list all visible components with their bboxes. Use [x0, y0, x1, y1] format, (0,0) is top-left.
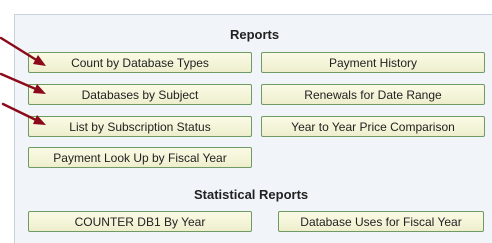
- payment-history-button[interactable]: Payment History: [261, 52, 485, 73]
- arrow-pointer-icon: [0, 36, 46, 125]
- arrow-to-list-by-subscription-status: [1, 102, 46, 125]
- statistical-reports-section-title: Statistical Reports: [194, 187, 309, 202]
- list-by-subscription-status-button[interactable]: List by Subscription Status: [28, 116, 252, 137]
- payment-lookup-by-fiscal-year-button[interactable]: Payment Look Up by Fiscal Year: [28, 147, 252, 168]
- renewals-for-date-range-button[interactable]: Renewals for Date Range: [261, 84, 485, 105]
- reports-section-title: Reports: [230, 27, 280, 42]
- report-frame: Reports Count by Database Types Payment …: [0, 0, 492, 243]
- arrow-to-count-by-database-types: [0, 36, 46, 66]
- year-to-year-price-comparison-button[interactable]: Year to Year Price Comparison: [261, 116, 485, 137]
- counter-db1-by-year-button[interactable]: COUNTER DB1 By Year: [28, 211, 252, 232]
- arrow-to-databases-by-subject: [0, 72, 46, 94]
- count-by-database-types-button[interactable]: Count by Database Types: [28, 52, 252, 73]
- database-uses-for-fiscal-year-button[interactable]: Database Uses for Fiscal Year: [278, 211, 484, 232]
- databases-by-subject-button[interactable]: Databases by Subject: [28, 84, 252, 105]
